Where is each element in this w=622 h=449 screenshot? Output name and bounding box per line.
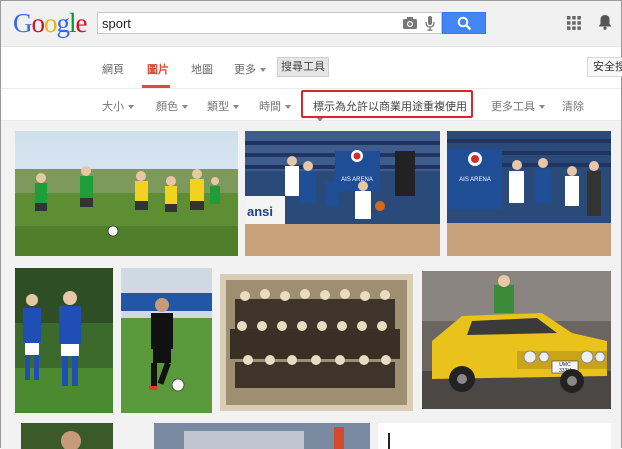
logo-letter: g xyxy=(56,8,70,38)
top-bar: Google xyxy=(1,1,621,47)
image-result-basketball-2[interactable]: AIS ARENA xyxy=(447,131,611,256)
filter-size-label: 大小 xyxy=(102,101,124,113)
chevron-down-icon xyxy=(233,105,239,110)
filter-clear[interactable]: 清除 xyxy=(562,98,584,114)
filter-type-label: 類型 xyxy=(207,101,229,113)
camera-icon[interactable] xyxy=(403,17,417,29)
filter-time[interactable]: 時間 xyxy=(259,98,291,114)
chevron-down-icon xyxy=(128,105,134,110)
search-input[interactable] xyxy=(102,15,392,31)
tab-maps[interactable]: 地圖 xyxy=(191,61,213,77)
apps-grid-icon[interactable] xyxy=(567,16,581,30)
image-result-bottom-3[interactable] xyxy=(378,423,611,449)
search-nav-tabs: 網頁 圖片 地圖 更多 搜尋工具 安全搜 xyxy=(1,47,622,89)
google-logo[interactable]: Google xyxy=(13,8,87,38)
image-result-yellow-car[interactable]: UMC 333H xyxy=(422,271,611,409)
logo-letter: o xyxy=(31,8,45,38)
chevron-down-icon xyxy=(285,105,291,110)
arena-sign-text-2: AIS ARENA xyxy=(459,177,491,183)
search-button[interactable] xyxy=(442,12,486,34)
filter-usage-rights-label: 標示為允許以商業用途重複使用 xyxy=(313,101,467,113)
search-tools-filter-bar: 大小 顏色 類型 時間 標示為允許以商業用途重複使用 更多工具 清除 xyxy=(1,89,621,123)
tab-images[interactable]: 圖片 xyxy=(147,61,169,77)
image-result-soccer-player-black[interactable] xyxy=(121,268,212,413)
search-box xyxy=(97,12,442,34)
filter-color-label: 顏色 xyxy=(156,101,178,113)
filter-more-tools-label: 更多工具 xyxy=(491,101,535,113)
filter-more-tools[interactable]: 更多工具 xyxy=(491,98,545,114)
filter-time-label: 時間 xyxy=(259,101,281,113)
image-result-bottom-1[interactable] xyxy=(21,423,113,449)
chevron-down-icon xyxy=(182,105,188,110)
chevron-down-icon xyxy=(539,105,545,110)
chevron-down-icon xyxy=(260,68,266,73)
filter-color[interactable]: 顏色 xyxy=(156,98,188,114)
image-result-soccer-players-blue[interactable] xyxy=(15,268,113,413)
logo-letter: e xyxy=(75,8,88,38)
logo-letter: o xyxy=(44,8,57,38)
arena-sign-text: AIS ARENA xyxy=(341,177,373,183)
image-result-bottom-2[interactable] xyxy=(154,423,370,449)
search-tools-button[interactable]: 搜尋工具 xyxy=(277,57,329,77)
search-icon xyxy=(457,16,472,31)
filter-size[interactable]: 大小 xyxy=(102,98,134,114)
tab-web[interactable]: 網頁 xyxy=(102,61,124,77)
image-result-kids-soccer[interactable] xyxy=(15,131,238,256)
microphone-icon[interactable] xyxy=(425,16,435,31)
image-result-basketball-1[interactable]: AIS ARENA ansi xyxy=(245,131,440,256)
tab-more[interactable]: 更多 xyxy=(234,61,266,77)
active-tab-indicator xyxy=(142,85,170,88)
logo-letter: G xyxy=(13,8,32,38)
tab-more-label: 更多 xyxy=(234,64,256,76)
usage-rights-filter-highlight: 標示為允許以商業用途重複使用 xyxy=(301,90,473,123)
image-result-vintage-team-photo[interactable] xyxy=(220,274,413,411)
filter-type[interactable]: 類型 xyxy=(207,98,239,114)
arena-banner-text: ansi xyxy=(247,204,273,219)
notifications-bell-icon[interactable] xyxy=(598,14,612,30)
safe-search-button[interactable]: 安全搜 xyxy=(587,57,622,77)
image-results-grid: AIS ARENA ansi AIS ARENA UMC 333H xyxy=(1,121,621,449)
